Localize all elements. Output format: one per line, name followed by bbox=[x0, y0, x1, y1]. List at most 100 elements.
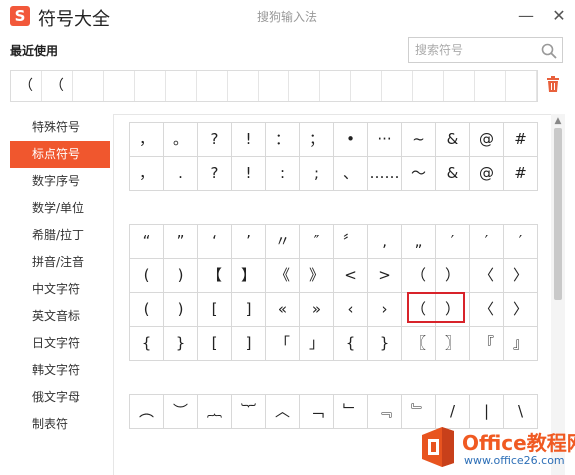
category-item[interactable]: 制表符 bbox=[10, 411, 110, 438]
symbol-cell[interactable]: { bbox=[130, 327, 164, 361]
recent-symbol-cell[interactable] bbox=[413, 71, 445, 101]
symbol-cell[interactable]: \ bbox=[504, 395, 538, 429]
recent-symbol-cell[interactable] bbox=[444, 71, 476, 101]
recent-symbol-cell[interactable] bbox=[259, 71, 290, 101]
recent-symbol-cell[interactable] bbox=[506, 71, 537, 101]
category-item[interactable]: 希腊/拉丁 bbox=[10, 222, 110, 249]
symbol-cell[interactable]: ﹁ bbox=[300, 395, 334, 429]
symbol-cell[interactable]: . bbox=[164, 157, 198, 191]
category-item[interactable]: 特殊符号 bbox=[10, 114, 110, 141]
search-input[interactable] bbox=[415, 42, 535, 58]
symbol-cell[interactable]: ( bbox=[130, 259, 164, 293]
symbol-cell[interactable]: „ bbox=[402, 225, 436, 259]
symbol-cell[interactable]: 《 bbox=[266, 259, 300, 293]
symbol-cell[interactable]: ′ bbox=[504, 225, 538, 259]
symbol-cell[interactable]: ﹂ bbox=[334, 395, 368, 429]
symbol-cell[interactable]: ! bbox=[232, 123, 266, 157]
symbol-cell[interactable]: ″ bbox=[300, 225, 334, 259]
symbol-cell[interactable]: 、 bbox=[334, 157, 368, 191]
symbol-cell[interactable]: [ bbox=[198, 327, 232, 361]
symbol-cell[interactable]: # bbox=[504, 157, 538, 191]
symbol-cell[interactable]: ︸ bbox=[232, 395, 266, 429]
recent-symbol-cell[interactable] bbox=[475, 71, 506, 101]
symbol-cell[interactable]: 」 bbox=[300, 327, 334, 361]
symbol-cell[interactable]: < bbox=[334, 259, 368, 293]
recent-symbol-cell[interactable] bbox=[228, 71, 259, 101]
symbol-cell[interactable]: 〃 bbox=[266, 225, 300, 259]
symbol-cell[interactable]: 〖 bbox=[402, 327, 436, 361]
symbol-cell[interactable]: / bbox=[436, 395, 470, 429]
symbol-cell[interactable]: ’ bbox=[232, 225, 266, 259]
symbol-cell[interactable]: ) bbox=[164, 293, 198, 327]
trash-icon[interactable] bbox=[545, 75, 561, 93]
symbol-cell[interactable]: } bbox=[368, 327, 402, 361]
category-item[interactable]: 数学/单位 bbox=[10, 195, 110, 222]
category-item[interactable]: 标点符号 bbox=[10, 141, 110, 168]
symbol-cell[interactable]: ! bbox=[232, 157, 266, 191]
symbol-cell[interactable]: 〈 bbox=[470, 293, 504, 327]
symbol-cell[interactable]: [ bbox=[198, 293, 232, 327]
symbol-cell[interactable]: ， bbox=[130, 157, 164, 191]
symbol-cell[interactable]: @ bbox=[470, 157, 504, 191]
symbol-cell[interactable]: 】 bbox=[232, 259, 266, 293]
symbol-cell[interactable]: } bbox=[164, 327, 198, 361]
symbol-cell[interactable]: 〉 bbox=[504, 293, 538, 327]
symbol-cell[interactable]: ︿ bbox=[266, 395, 300, 429]
scroll-up-arrow-icon[interactable]: ▲ bbox=[553, 116, 563, 126]
recent-symbol-cell[interactable] bbox=[197, 71, 228, 101]
scrollbar[interactable]: ▲ bbox=[551, 114, 565, 475]
symbol-cell[interactable]: ‚ bbox=[368, 225, 402, 259]
symbol-cell[interactable]: › bbox=[368, 293, 402, 327]
symbol-cell[interactable]: 》 bbox=[300, 259, 334, 293]
search-box[interactable] bbox=[408, 37, 563, 63]
symbol-cell[interactable]: 「 bbox=[266, 327, 300, 361]
category-item[interactable]: 韩文字符 bbox=[10, 357, 110, 384]
category-item[interactable]: 数字序号 bbox=[10, 168, 110, 195]
category-item[interactable]: 英文音标 bbox=[10, 303, 110, 330]
recent-symbol-cell[interactable] bbox=[104, 71, 135, 101]
symbol-cell[interactable]: 。 bbox=[164, 123, 198, 157]
symbol-cell[interactable]: & bbox=[436, 157, 470, 191]
minimize-button[interactable]: — bbox=[516, 6, 536, 26]
recent-symbol-cell[interactable] bbox=[135, 71, 166, 101]
symbol-cell[interactable]: （ bbox=[402, 259, 436, 293]
symbol-cell[interactable]: ··· bbox=[368, 123, 402, 157]
symbol-cell[interactable]: ] bbox=[232, 293, 266, 327]
recent-symbol-cell[interactable]: （ bbox=[11, 71, 42, 101]
symbol-cell[interactable]: ︵ bbox=[130, 395, 164, 429]
recent-symbol-cell[interactable] bbox=[289, 71, 321, 101]
symbol-cell[interactable]: 【 bbox=[198, 259, 232, 293]
symbol-cell[interactable]: # bbox=[504, 123, 538, 157]
symbol-cell[interactable]: 〞 bbox=[334, 225, 368, 259]
symbol-cell[interactable]: ′ bbox=[470, 225, 504, 259]
symbol-cell[interactable]: 〉 bbox=[504, 259, 538, 293]
symbol-cell[interactable]: “ bbox=[130, 225, 164, 259]
symbol-cell[interactable]: » bbox=[300, 293, 334, 327]
close-button[interactable]: ✕ bbox=[549, 6, 569, 26]
recent-symbol-cell[interactable]: （ bbox=[42, 71, 73, 101]
symbol-cell[interactable]: ; bbox=[300, 157, 334, 191]
symbol-cell[interactable]: ～ bbox=[402, 157, 436, 191]
symbol-cell[interactable]: > bbox=[368, 259, 402, 293]
symbol-cell[interactable]: ︶ bbox=[164, 395, 198, 429]
symbol-cell[interactable]: ： bbox=[266, 123, 300, 157]
symbol-cell[interactable]: 』 bbox=[504, 327, 538, 361]
symbol-cell[interactable]: { bbox=[334, 327, 368, 361]
category-item[interactable]: 拼音/注音 bbox=[10, 249, 110, 276]
symbol-cell[interactable]: 〗 bbox=[436, 327, 470, 361]
symbol-cell[interactable]: ? bbox=[198, 123, 232, 157]
symbol-cell[interactable]: ‘ bbox=[198, 225, 232, 259]
symbol-cell[interactable]: ( bbox=[130, 293, 164, 327]
recent-symbol-cell[interactable] bbox=[382, 71, 414, 101]
symbol-cell[interactable]: : bbox=[266, 157, 300, 191]
symbol-cell[interactable]: 〈 bbox=[470, 259, 504, 293]
symbol-cell[interactable]: @ bbox=[470, 123, 504, 157]
symbol-cell[interactable]: ， bbox=[130, 123, 164, 157]
recent-symbol-cell[interactable] bbox=[73, 71, 104, 101]
symbol-cell[interactable]: « bbox=[266, 293, 300, 327]
symbol-cell[interactable]: ‹ bbox=[334, 293, 368, 327]
symbol-cell[interactable]: ) bbox=[164, 259, 198, 293]
symbol-cell[interactable]: ′ bbox=[436, 225, 470, 259]
symbol-cell[interactable]: • bbox=[334, 123, 368, 157]
symbol-cell[interactable]: & bbox=[436, 123, 470, 157]
